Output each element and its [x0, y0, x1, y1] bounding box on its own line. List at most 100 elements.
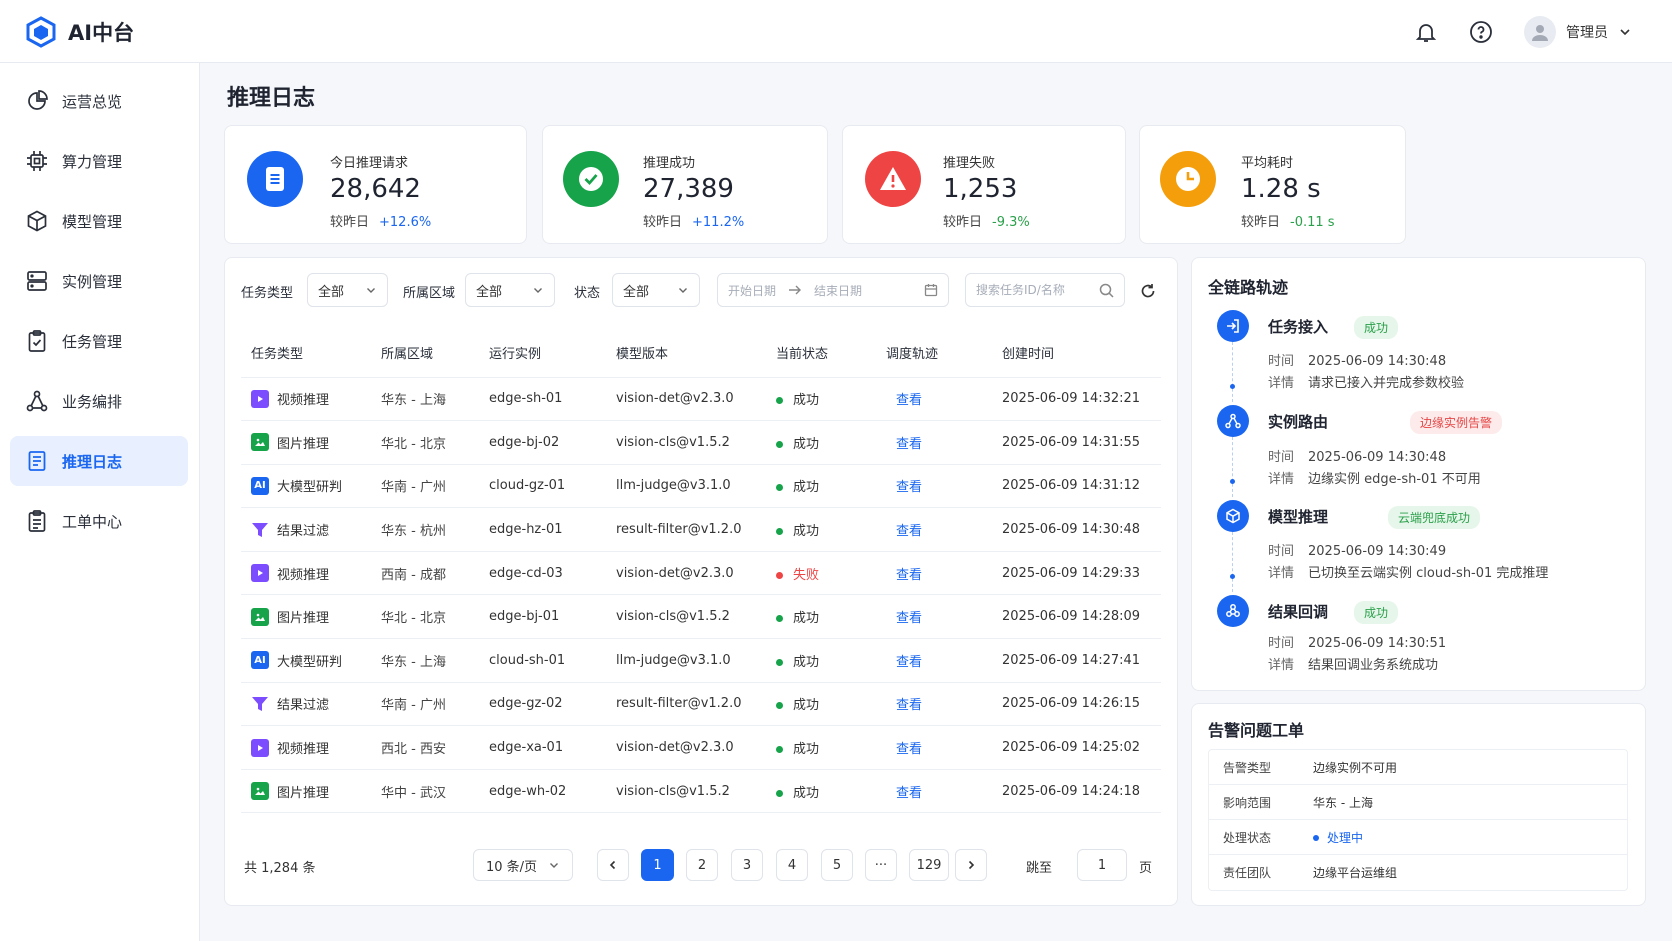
page-button[interactable]: 5: [821, 849, 853, 881]
column-header[interactable]: 运行实例: [479, 329, 606, 378]
cell-trace: 查看: [876, 551, 992, 596]
cell-region: 华北 - 北京: [371, 420, 479, 465]
table-row[interactable]: 视频推理 西南 - 成都 edge-cd-03 vision-det@v2.3.0 失败…: [241, 551, 1161, 596]
stat-label: 平均耗时: [1241, 156, 1294, 171]
table-row[interactable]: 图片推理 华北 - 北京 edge-bj-01 vision-cls@v1.5.2 成功…: [241, 594, 1161, 640]
table-row[interactable]: 图片推理 华中 - 武汉 edge-wh-02 vision-cls@v1.5.2 成功…: [241, 769, 1161, 814]
cell-created-time: 2025-06-09 14:27:41: [992, 638, 1161, 683]
status-dot: [776, 658, 783, 666]
image-icon: [251, 782, 269, 801]
sidebar-item-compute[interactable]: 算力管理: [10, 136, 188, 186]
table-row[interactable]: AI 大模型研判 华东 - 上海 cloud-sh-01 llm-judge@v3.1.…: [241, 638, 1161, 683]
view-trace-link[interactable]: 查看: [886, 698, 922, 713]
alert-row-status: 处理状态 处理中: [1209, 820, 1627, 855]
stat-value: 27,389: [643, 174, 734, 204]
view-trace-link[interactable]: 查看: [886, 655, 922, 670]
trace-step-time: 时间 2025-06-09 14:30:51: [1268, 636, 1447, 651]
view-trace-link[interactable]: 查看: [886, 786, 922, 801]
sidebar-item-orchestration[interactable]: 业务编排: [10, 376, 188, 426]
start-date-input[interactable]: 开始日期: [728, 282, 776, 299]
trace-title: 全链路轨迹: [1208, 278, 1289, 297]
stat-value: 1.28 s: [1241, 174, 1321, 204]
sidebar-item-inference-log[interactable]: 推理日志: [10, 436, 188, 486]
end-date-input[interactable]: 结束日期: [814, 282, 862, 299]
table-row[interactable]: 视频推理 华东 - 上海 edge-sh-01 vision-det@v2.3.0 成功…: [241, 377, 1161, 422]
cell-model-version: vision-cls@v1.5.2: [606, 594, 766, 640]
view-trace-link[interactable]: 查看: [886, 568, 922, 583]
column-header[interactable]: 调度轨迹: [876, 329, 992, 378]
stat-compare: 较昨日 -0.11 s: [1241, 215, 1335, 230]
sidebar-item-tickets[interactable]: 工单中心: [10, 496, 188, 546]
sidebar-item-models[interactable]: 模型管理: [10, 196, 188, 246]
column-header[interactable]: 任务类型: [241, 329, 371, 378]
calendar-icon: [924, 284, 938, 297]
alert-row-scope: 影响范围 华东 - 上海: [1209, 785, 1627, 820]
page-button[interactable]: 2: [686, 849, 718, 881]
region-select[interactable]: 全部: [465, 273, 555, 307]
stat-card-success: 推理成功 27,389 较昨日 +11.2%: [542, 125, 828, 244]
view-trace-link[interactable]: 查看: [886, 437, 922, 452]
sidebar-item-instances[interactable]: 实例管理: [10, 256, 188, 306]
column-header[interactable]: 创建时间: [992, 329, 1161, 378]
cell-status: 成功: [766, 377, 876, 422]
timeline-connector: [1232, 532, 1233, 592]
table-row[interactable]: 视频推理 西北 - 西安 edge-xa-01 vision-det@v2.3.0 成功…: [241, 725, 1161, 770]
status-text: 失败: [793, 567, 820, 583]
cell-status: 成功: [766, 594, 876, 640]
view-trace-link[interactable]: 查看: [886, 480, 922, 495]
table-row[interactable]: 结果过滤 华东 - 杭州 edge-hz-01 result-filter@v1.2.…: [241, 507, 1161, 552]
app-logo[interactable]: AI中台: [26, 16, 134, 48]
status-text: 成功: [793, 393, 820, 409]
cell-trace: 查看: [876, 638, 992, 683]
next-page-button[interactable]: [955, 849, 987, 881]
status-text: 成功: [793, 742, 820, 758]
cell-task-type: 图片推理: [241, 420, 371, 465]
view-trace-link[interactable]: 查看: [886, 393, 922, 408]
view-trace-link[interactable]: 查看: [886, 742, 922, 757]
page-button[interactable]: 4: [776, 849, 808, 881]
column-header[interactable]: 当前状态: [766, 329, 876, 378]
help-icon[interactable]: [1468, 19, 1494, 45]
user-menu[interactable]: 管理员: [1524, 16, 1632, 48]
page-button[interactable]: 1: [641, 849, 674, 881]
status-dot: [1313, 835, 1319, 841]
refresh-icon[interactable]: [1140, 283, 1156, 299]
column-header[interactable]: 模型版本: [606, 329, 766, 378]
prev-page-button[interactable]: [597, 849, 629, 881]
stat-delta: +11.2%: [692, 215, 745, 230]
search-input[interactable]: [976, 283, 1086, 297]
document-icon: [28, 451, 46, 471]
warning-icon: [865, 151, 921, 207]
stat-card-requests: 今日推理请求 28,642 较昨日 +12.6%: [224, 125, 527, 244]
page-button[interactable]: 129: [909, 849, 949, 881]
status-dot: [776, 484, 783, 492]
search-icon[interactable]: [1099, 283, 1114, 298]
sidebar-item-overview[interactable]: 运营总览: [10, 76, 188, 126]
stat-label: 推理成功: [643, 156, 696, 171]
cell-region: 华东 - 杭州: [371, 507, 479, 552]
sidebar-item-tasks[interactable]: 任务管理: [10, 316, 188, 366]
jump-page-input[interactable]: 1: [1077, 849, 1127, 881]
task-type-select[interactable]: 全部: [307, 273, 388, 307]
filter-label-status: 状态: [574, 286, 601, 301]
view-trace-link[interactable]: 查看: [886, 524, 922, 539]
table-row[interactable]: 结果过滤 华南 - 广州 edge-gz-02 result-filter@v1.2.…: [241, 682, 1161, 727]
date-range-picker[interactable]: 开始日期 结束日期: [717, 273, 949, 307]
page-size-select[interactable]: 10 条/页: [473, 849, 573, 881]
cell-region: 华南 - 广州: [371, 682, 479, 727]
cell-status: 成功: [766, 638, 876, 683]
table-row[interactable]: 图片推理 华北 - 北京 edge-bj-02 vision-cls@v1.5.2 成功…: [241, 420, 1161, 465]
page-button[interactable]: 3: [731, 849, 763, 881]
check-circle-icon: [563, 151, 619, 207]
avatar-icon: [1524, 16, 1556, 48]
bell-icon[interactable]: [1413, 19, 1439, 45]
alert-row-type: 告警类型 边缘实例不可用: [1209, 750, 1627, 785]
search-box[interactable]: [965, 273, 1125, 307]
view-trace-link[interactable]: 查看: [886, 611, 922, 626]
sidebar-item-label: 运营总览: [62, 92, 123, 111]
status-select[interactable]: 全部: [612, 273, 700, 307]
page-ellipsis[interactable]: ···: [865, 849, 897, 881]
table-row[interactable]: AI 大模型研判 华南 - 广州 cloud-gz-01 llm-judge@v3.1.…: [241, 464, 1161, 509]
chevron-down-icon: [534, 288, 542, 293]
column-header[interactable]: 所属区域: [371, 329, 479, 378]
